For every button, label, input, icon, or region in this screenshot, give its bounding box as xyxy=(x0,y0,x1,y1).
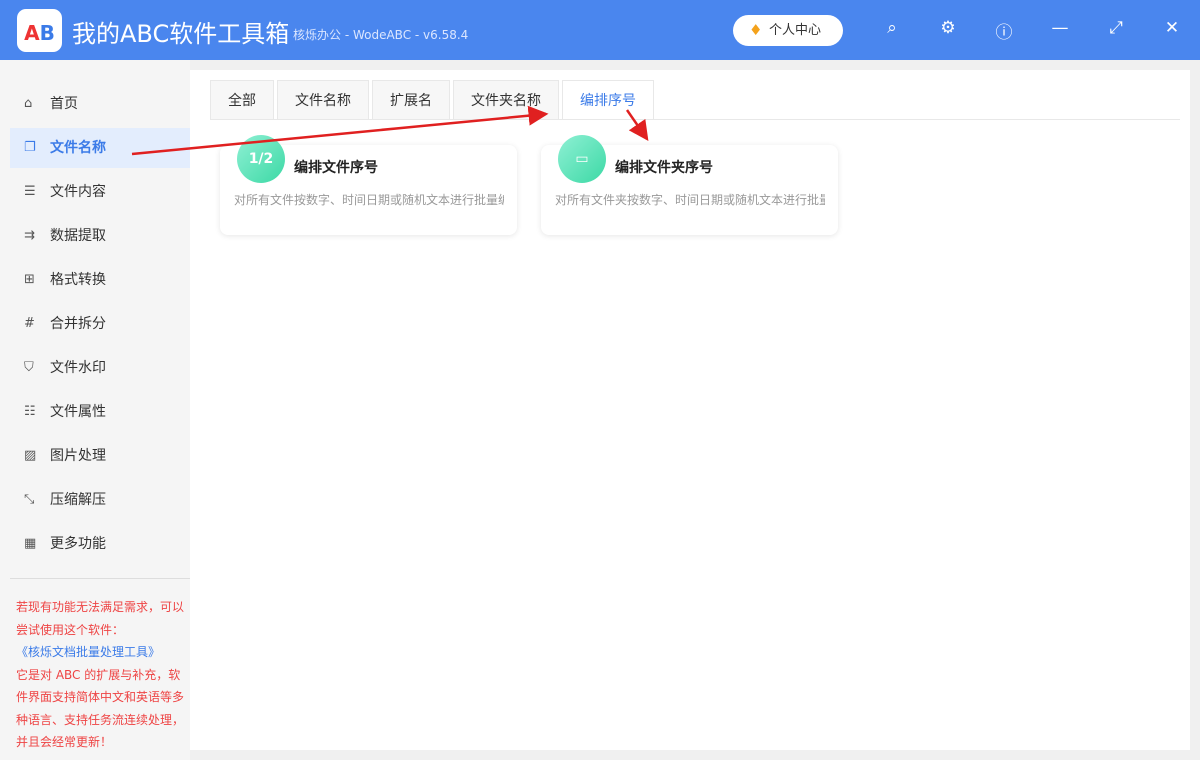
promo-text: 若现有功能无法满足需求，可以尝试使用这个软件： 《核烁文档批量处理工具》 它是对… xyxy=(16,596,188,754)
sidebar-item-image[interactable]: ▨ 图片处理 xyxy=(10,436,190,476)
sidebar-item-properties[interactable]: ☷ 文件属性 xyxy=(10,392,190,432)
sidebar-item-label: 文件名称 xyxy=(50,140,106,156)
list-icon: ☰ xyxy=(24,184,36,199)
tab-numbering[interactable]: 编排序号 xyxy=(562,80,654,120)
sidebar-item-label: 文件属性 xyxy=(50,404,106,420)
sidebar-item-label: 图片处理 xyxy=(50,448,106,464)
sidebar-item-more[interactable]: ▦ 更多功能 xyxy=(10,524,190,564)
tab-file-name[interactable]: 文件名称 xyxy=(277,80,369,120)
card-folder-numbering[interactable]: ▭ 编排文件夹序号 对所有文件夹按数字、时间日期或随机文本进行批量编排序号 xyxy=(541,135,838,235)
sidebar-item-home[interactable]: ⌂ 首页 xyxy=(10,84,190,124)
sidebar-item-label: 文件水印 xyxy=(50,360,106,376)
minimize-icon[interactable]: — xyxy=(1048,18,1072,38)
sidebar-item-label: 文件内容 xyxy=(50,184,106,200)
search-icon[interactable]: ⌕ xyxy=(880,18,904,38)
card-description: 对所有文件按数字、时间日期或随机文本进行批量编排序号 xyxy=(234,193,504,207)
properties-icon: ☷ xyxy=(24,404,36,419)
close-icon[interactable]: ✕ xyxy=(1160,18,1184,38)
gear-icon[interactable]: ⚙ xyxy=(936,18,960,38)
hash-icon: # xyxy=(24,316,35,331)
sidebar-item-label: 合并拆分 xyxy=(50,316,106,332)
sidebar-item-label: 首页 xyxy=(50,96,78,112)
diamond-icon: ♦ xyxy=(749,21,763,39)
user-center-label: 个人中心 xyxy=(769,23,822,38)
tab-bar: 全部 文件名称 扩展名 文件夹名称 编排序号 xyxy=(210,80,654,120)
image-icon: ▨ xyxy=(24,448,37,463)
sidebar-divider xyxy=(10,578,190,579)
app-title: 我的ABC软件工具箱 xyxy=(72,20,290,48)
app-logo: AB xyxy=(17,9,62,52)
compress-icon: ⤡ xyxy=(24,492,35,507)
folder-icon: ▭ xyxy=(558,135,606,183)
sidebar-item-compress[interactable]: ⤡ 压缩解压 xyxy=(10,480,190,520)
sidebar-item-data-extract[interactable]: ⇉ 数据提取 xyxy=(10,216,190,256)
sidebar-item-file-name[interactable]: ❐ 文件名称 xyxy=(10,128,190,168)
extract-icon: ⇉ xyxy=(24,228,35,243)
main-panel: 全部 文件名称 扩展名 文件夹名称 编排序号 1/2 编排文件序号 对所有文件按… xyxy=(190,70,1190,750)
tab-divider xyxy=(210,119,1180,120)
shield-icon: ⛉ xyxy=(24,360,34,375)
tab-all[interactable]: 全部 xyxy=(210,80,274,120)
sidebar-item-watermark[interactable]: ⛉ 文件水印 xyxy=(10,348,190,388)
file-icon: ❐ xyxy=(24,140,36,155)
title-bar: AB 我的ABC软件工具箱 核烁办公 - WodeABC - v6.58.4 ♦… xyxy=(0,0,1200,60)
card-file-numbering[interactable]: 1/2 编排文件序号 对所有文件按数字、时间日期或随机文本进行批量编排序号 xyxy=(220,135,517,235)
sidebar-item-format-convert[interactable]: ⊞ 格式转换 xyxy=(10,260,190,300)
card-title: 编排文件夹序号 xyxy=(615,160,713,176)
sidebar-item-file-content[interactable]: ☰ 文件内容 xyxy=(10,172,190,212)
sidebar-item-label: 数据提取 xyxy=(50,228,106,244)
tab-folder-name[interactable]: 文件夹名称 xyxy=(453,80,559,120)
promo-line: 若现有功能无法满足需求，可以尝试使用这个软件： xyxy=(16,600,185,637)
promo-line: 它是对 ABC 的扩展与补充，软件界面支持简体中文和英语等多种语言、支持任务流连… xyxy=(16,667,185,750)
help-icon[interactable]: ⓘ xyxy=(992,18,1016,43)
sidebar-item-label: 压缩解压 xyxy=(50,492,106,508)
convert-icon: ⊞ xyxy=(24,272,35,287)
user-center-button[interactable]: ♦ 个人中心 xyxy=(733,15,843,46)
card-description: 对所有文件夹按数字、时间日期或随机文本进行批量编排序号 xyxy=(555,193,825,207)
grid-icon: ▦ xyxy=(24,536,37,551)
maximize-icon[interactable]: ⤢ xyxy=(1104,18,1128,38)
sidebar-item-label: 格式转换 xyxy=(50,272,106,288)
tab-extension[interactable]: 扩展名 xyxy=(372,80,450,120)
promo-link[interactable]: 《核烁文档批量处理工具》 xyxy=(16,641,188,664)
sidebar-item-label: 更多功能 xyxy=(50,536,106,552)
sidebar-item-merge-split[interactable]: # 合并拆分 xyxy=(10,304,190,344)
home-icon: ⌂ xyxy=(24,96,33,111)
card-title: 编排文件序号 xyxy=(294,160,378,176)
clipboard-icon: 1/2 xyxy=(237,135,285,183)
app-subtitle: 核烁办公 - WodeABC - v6.58.4 xyxy=(293,28,469,42)
